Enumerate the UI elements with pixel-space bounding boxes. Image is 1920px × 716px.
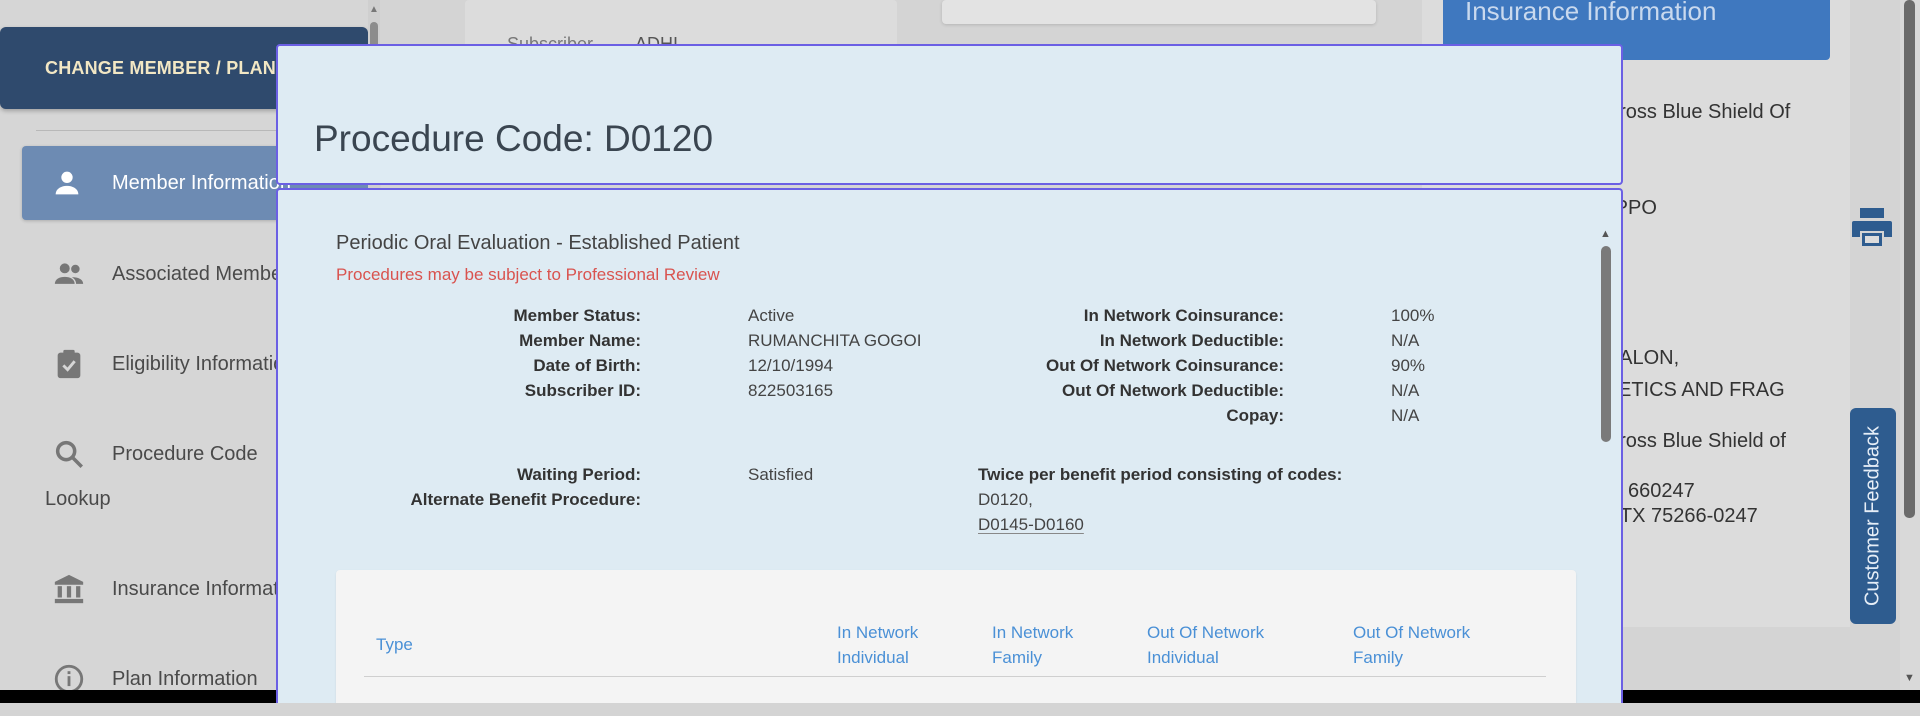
modal-title: Procedure Code: D0120 xyxy=(314,118,714,159)
frequency-code-range-link[interactable]: D0145-D0160 xyxy=(978,515,1084,535)
in-network-coinsurance-label: In Network Coinsurance: xyxy=(1083,306,1284,325)
member-name-label: Member Name: xyxy=(519,331,641,350)
bank-icon xyxy=(54,574,84,604)
clipboard-check-icon xyxy=(57,349,81,379)
scroll-down-arrow-icon[interactable]: ▼ xyxy=(1904,672,1915,684)
people-icon xyxy=(54,263,84,284)
modal-header: Procedure Code: D0120 xyxy=(276,44,1623,185)
table-header-out-network-family[interactable]: Out Of Network Family xyxy=(1353,620,1470,670)
in-network-deductible-value: N/A xyxy=(1391,331,1420,350)
copay-value: N/A xyxy=(1391,406,1420,425)
search-icon xyxy=(55,440,84,469)
modal-scroll-thumb[interactable] xyxy=(1601,246,1611,442)
out-network-deductible-label: Out Of Network Deductible: xyxy=(1062,381,1284,400)
alternate-benefit-label: Alternate Benefit Procedure: xyxy=(410,490,642,509)
table-header-in-network-individual[interactable]: In Network Individual xyxy=(837,620,918,670)
scroll-up-arrow-icon[interactable]: ▲ xyxy=(1600,228,1611,240)
page-scrollbar[interactable]: ▼ xyxy=(1900,0,1920,690)
out-network-deductible-value: N/A xyxy=(1391,381,1420,400)
table-divider xyxy=(364,676,1546,677)
table-header-in-network-family[interactable]: In Network Family xyxy=(992,620,1073,670)
member-status-label: Member Status: xyxy=(513,306,641,325)
in-network-deductible-label: In Network Deductible: xyxy=(1099,331,1284,350)
waiting-period-label: Waiting Period: xyxy=(516,465,641,484)
out-network-coinsurance-value: 90% xyxy=(1391,356,1426,375)
member-name-value: RUMANCHITA GOGOI xyxy=(748,331,922,350)
modal-body: Periodic Oral Evaluation - Established P… xyxy=(276,188,1623,703)
sidebar-item-label: Member Information xyxy=(112,171,291,194)
customer-feedback-label: Customer Feedback xyxy=(1861,425,1884,607)
sidebar-item-label: Eligibility Information xyxy=(112,352,296,375)
modal-scrollbar[interactable]: ▲ xyxy=(1600,228,1612,703)
table-header-type[interactable]: Type xyxy=(376,632,413,657)
sidebar-item-label: Associated Members xyxy=(112,262,299,285)
print-icon[interactable] xyxy=(1848,203,1896,251)
waiting-period-value: Satisfied xyxy=(748,465,814,484)
customer-feedback-tab[interactable]: Customer Feedback xyxy=(1850,408,1896,624)
sidebar-item-label: Plan Information xyxy=(112,667,258,690)
subscriber-id-value: 822503165 xyxy=(748,381,834,400)
sidebar-item-label-continuation: Lookup xyxy=(45,488,111,510)
person-icon xyxy=(55,171,79,195)
in-network-coinsurance-value: 100% xyxy=(1391,306,1435,325)
frequency-label: Twice per benefit period consisting of c… xyxy=(978,465,1343,484)
date-of-birth-value: 12/10/1994 xyxy=(748,356,834,375)
accumulator-table: Type In Network Individual In Network Fa… xyxy=(336,570,1576,703)
professional-review-warning: Procedures may be subject to Professiona… xyxy=(336,265,720,284)
out-network-coinsurance-label: Out Of Network Coinsurance: xyxy=(1045,356,1284,375)
copay-label: Copay: xyxy=(1226,406,1284,425)
subscriber-id-label: Subscriber ID: xyxy=(524,381,641,400)
page-scroll-thumb[interactable] xyxy=(1904,0,1915,518)
member-status-value: Active xyxy=(748,306,795,325)
frequency-code: D0120, xyxy=(978,490,1033,509)
table-header-out-network-individual[interactable]: Out Of Network Individual xyxy=(1147,620,1264,670)
procedure-description: Periodic Oral Evaluation - Established P… xyxy=(336,232,740,254)
sidebar-item-label: Procedure Code xyxy=(112,442,258,465)
scroll-up-arrow-icon[interactable]: ▲ xyxy=(369,4,379,15)
date-of-birth-label: Date of Birth: xyxy=(533,356,641,375)
background-card xyxy=(942,0,1376,24)
